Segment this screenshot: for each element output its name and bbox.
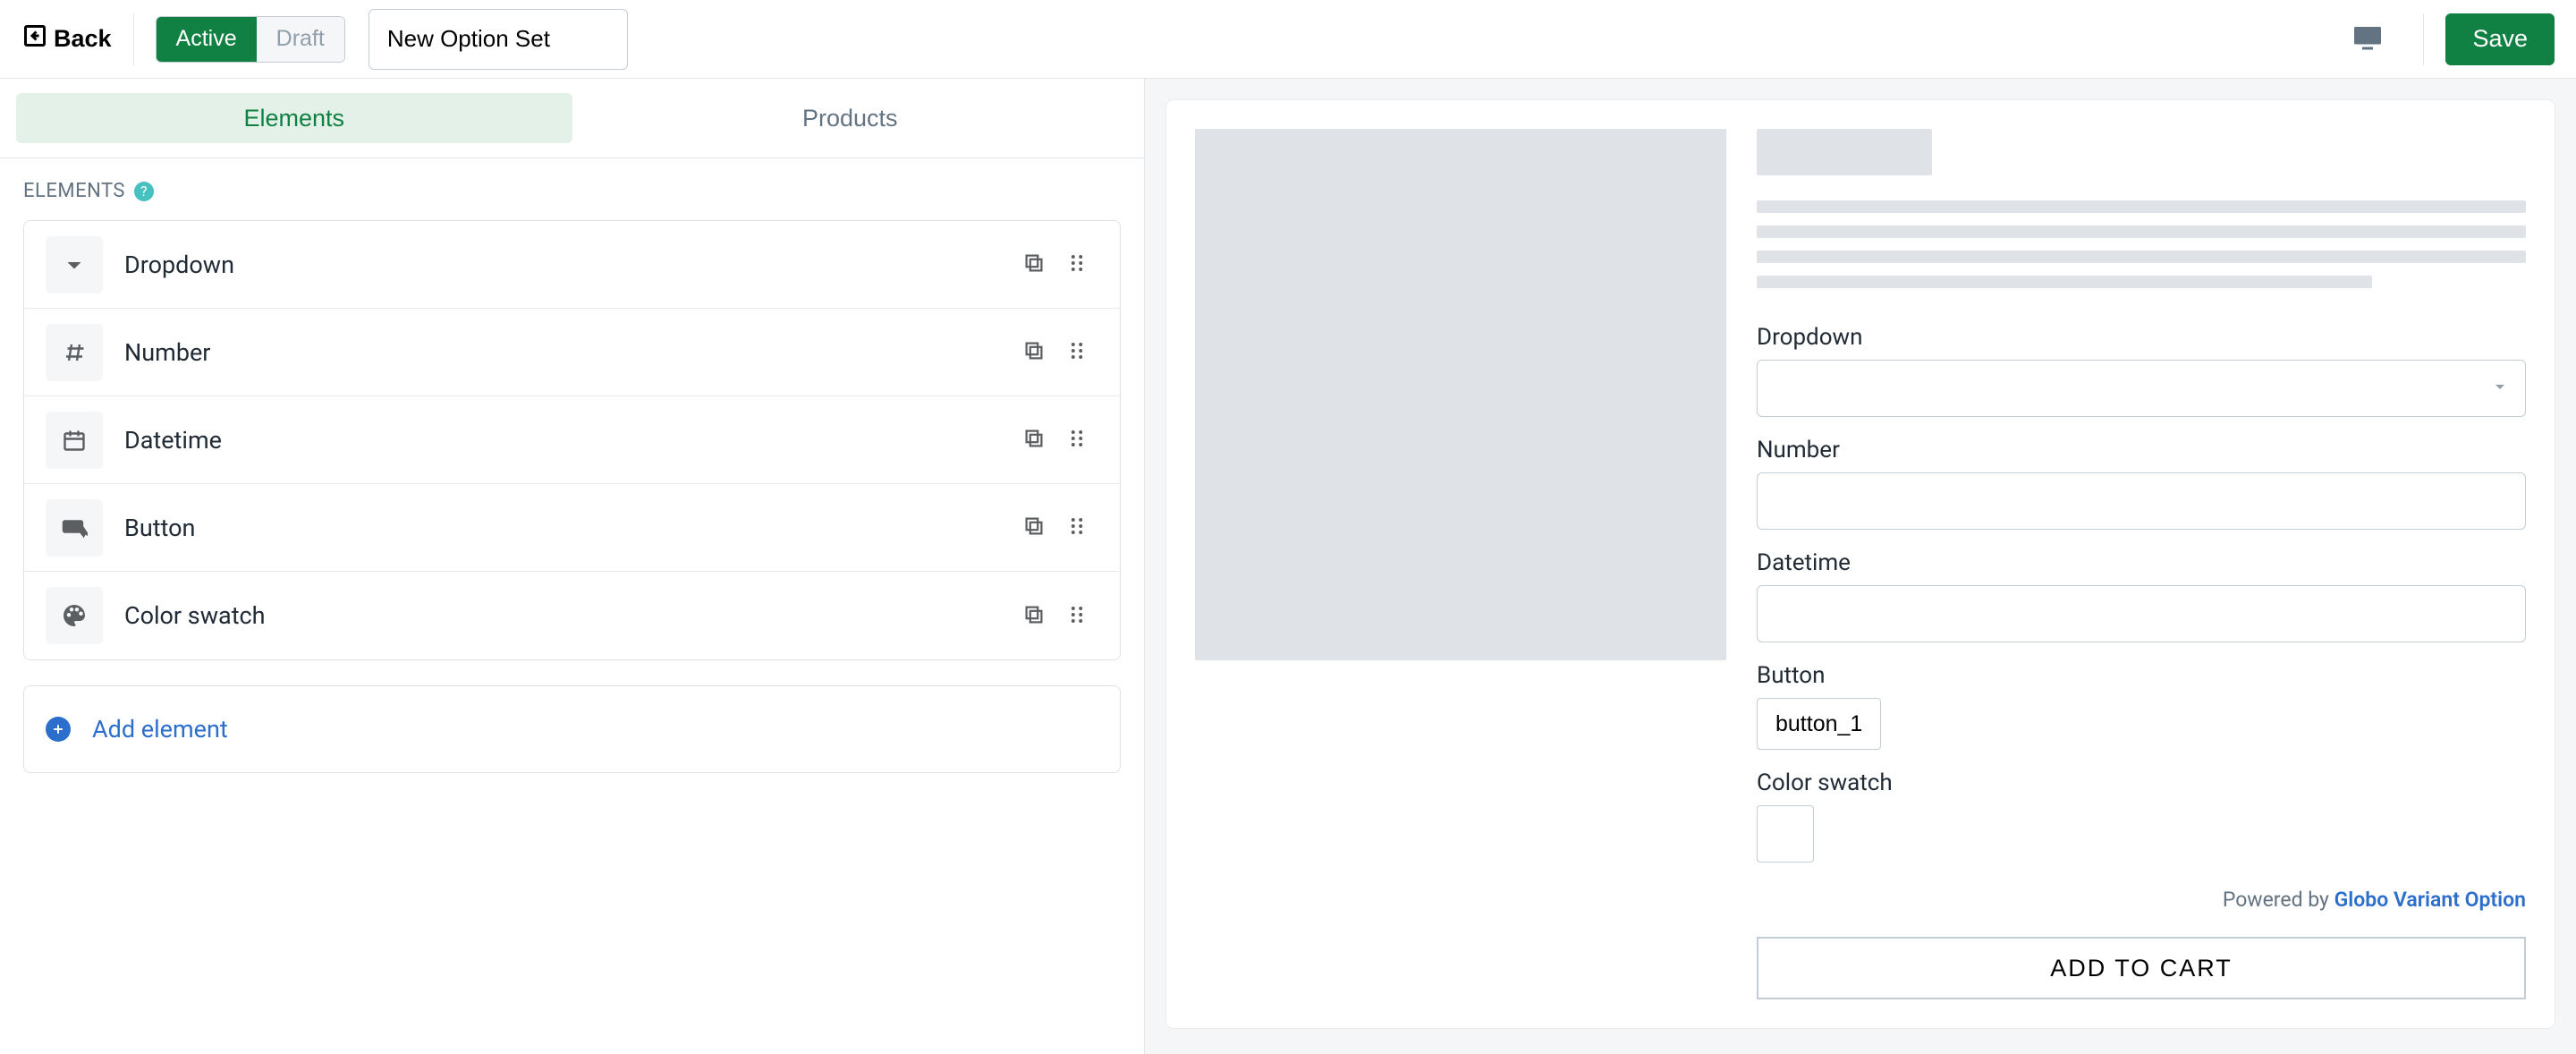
- drag-icon: [1064, 353, 1089, 366]
- number-input[interactable]: [1757, 472, 2526, 530]
- duplicate-button[interactable]: [1013, 593, 1055, 639]
- preview-card: Dropdown Number Datetime But: [1166, 100, 2555, 1028]
- element-label: Dropdown: [124, 251, 1013, 279]
- button-option-value[interactable]: button_1: [1757, 698, 1881, 750]
- left-pane: Elements Products ELEMENTS ? Dropdown: [0, 79, 1145, 1054]
- section-heading-text: ELEMENTS: [23, 180, 125, 202]
- divider: [2423, 13, 2424, 65]
- element-label: Datetime: [124, 426, 1013, 455]
- main-content: Elements Products ELEMENTS ? Dropdown: [0, 79, 2576, 1054]
- calendar-icon: [46, 412, 103, 469]
- palette-icon: [46, 587, 103, 644]
- status-active-button[interactable]: Active: [157, 17, 257, 62]
- drag-handle[interactable]: [1055, 593, 1098, 639]
- element-row-color-swatch[interactable]: Color swatch: [24, 572, 1120, 659]
- topbar: Back Active Draft Save: [0, 0, 2576, 79]
- copy-icon: [1021, 528, 1046, 541]
- copy-icon: [1021, 265, 1046, 278]
- divider: [133, 13, 134, 65]
- copy-icon: [1021, 616, 1046, 630]
- number-label: Number: [1757, 437, 2526, 463]
- tab-elements[interactable]: Elements: [16, 93, 572, 143]
- powered-by-prefix: Powered by: [2223, 888, 2334, 912]
- desktop-preview-button[interactable]: [2344, 14, 2391, 64]
- drag-icon: [1064, 440, 1089, 454]
- dropdown-label: Dropdown: [1757, 324, 2526, 351]
- drag-icon: [1064, 265, 1089, 278]
- status-draft-button[interactable]: Draft: [257, 17, 344, 62]
- drag-icon: [1064, 616, 1089, 630]
- duplicate-button[interactable]: [1013, 505, 1055, 550]
- element-row-number[interactable]: Number: [24, 309, 1120, 396]
- option-set-title-input[interactable]: [369, 9, 628, 70]
- add-to-cart-button[interactable]: ADD TO CART: [1757, 937, 2526, 999]
- element-label: Button: [124, 514, 1013, 542]
- skeleton-line: [1757, 225, 2526, 238]
- button-option-label: Button: [1757, 662, 2526, 689]
- powered-by: Powered by Globo Variant Option: [1757, 888, 2526, 912]
- skeleton-line: [1757, 276, 2372, 288]
- add-element-button[interactable]: Add element: [23, 685, 1121, 773]
- element-row-button[interactable]: Button: [24, 484, 1120, 572]
- skeleton-line: [1757, 200, 2526, 213]
- elements-list: Dropdown: [23, 220, 1121, 660]
- chevron-down-icon: [2491, 376, 2509, 401]
- save-button[interactable]: Save: [2445, 13, 2555, 65]
- drag-handle[interactable]: [1055, 417, 1098, 463]
- drag-icon: [1064, 528, 1089, 541]
- skeleton-line: [1757, 251, 2526, 263]
- product-form: Dropdown Number Datetime But: [1757, 129, 2526, 999]
- add-element-label: Add element: [92, 715, 228, 744]
- caret-down-icon: [46, 236, 103, 293]
- copy-icon: [1021, 353, 1046, 366]
- color-swatch-option[interactable]: [1757, 805, 1814, 863]
- duplicate-button[interactable]: [1013, 329, 1055, 375]
- back-icon: [21, 22, 54, 55]
- tab-products[interactable]: Products: [572, 93, 1129, 143]
- tabs: Elements Products: [0, 79, 1144, 158]
- swatch-label: Color swatch: [1757, 769, 2526, 796]
- skeleton-title: [1757, 129, 1932, 175]
- element-row-dropdown[interactable]: Dropdown: [24, 221, 1120, 309]
- duplicate-button[interactable]: [1013, 242, 1055, 287]
- element-row-datetime[interactable]: Datetime: [24, 396, 1120, 484]
- copy-icon: [1021, 440, 1046, 454]
- plus-icon: [46, 717, 71, 742]
- back-button[interactable]: Back: [21, 22, 133, 55]
- desktop-icon: [2351, 43, 2384, 56]
- help-icon[interactable]: ?: [134, 182, 154, 201]
- element-label: Number: [124, 338, 1013, 367]
- datetime-label: Datetime: [1757, 549, 2526, 576]
- element-label: Color swatch: [124, 601, 1013, 630]
- product-image-placeholder: [1195, 129, 1726, 660]
- section-heading: ELEMENTS ?: [23, 180, 1121, 202]
- datetime-input[interactable]: [1757, 585, 2526, 642]
- back-label: Back: [54, 25, 112, 53]
- hash-icon: [46, 324, 103, 381]
- drag-handle[interactable]: [1055, 329, 1098, 375]
- powered-by-link[interactable]: Globo Variant Option: [2334, 888, 2526, 912]
- dropdown-select[interactable]: [1757, 360, 2526, 417]
- preview-pane: Dropdown Number Datetime But: [1145, 79, 2576, 1054]
- button-icon: [46, 499, 103, 557]
- duplicate-button[interactable]: [1013, 417, 1055, 463]
- drag-handle[interactable]: [1055, 242, 1098, 287]
- drag-handle[interactable]: [1055, 505, 1098, 550]
- status-toggle: Active Draft: [156, 16, 345, 63]
